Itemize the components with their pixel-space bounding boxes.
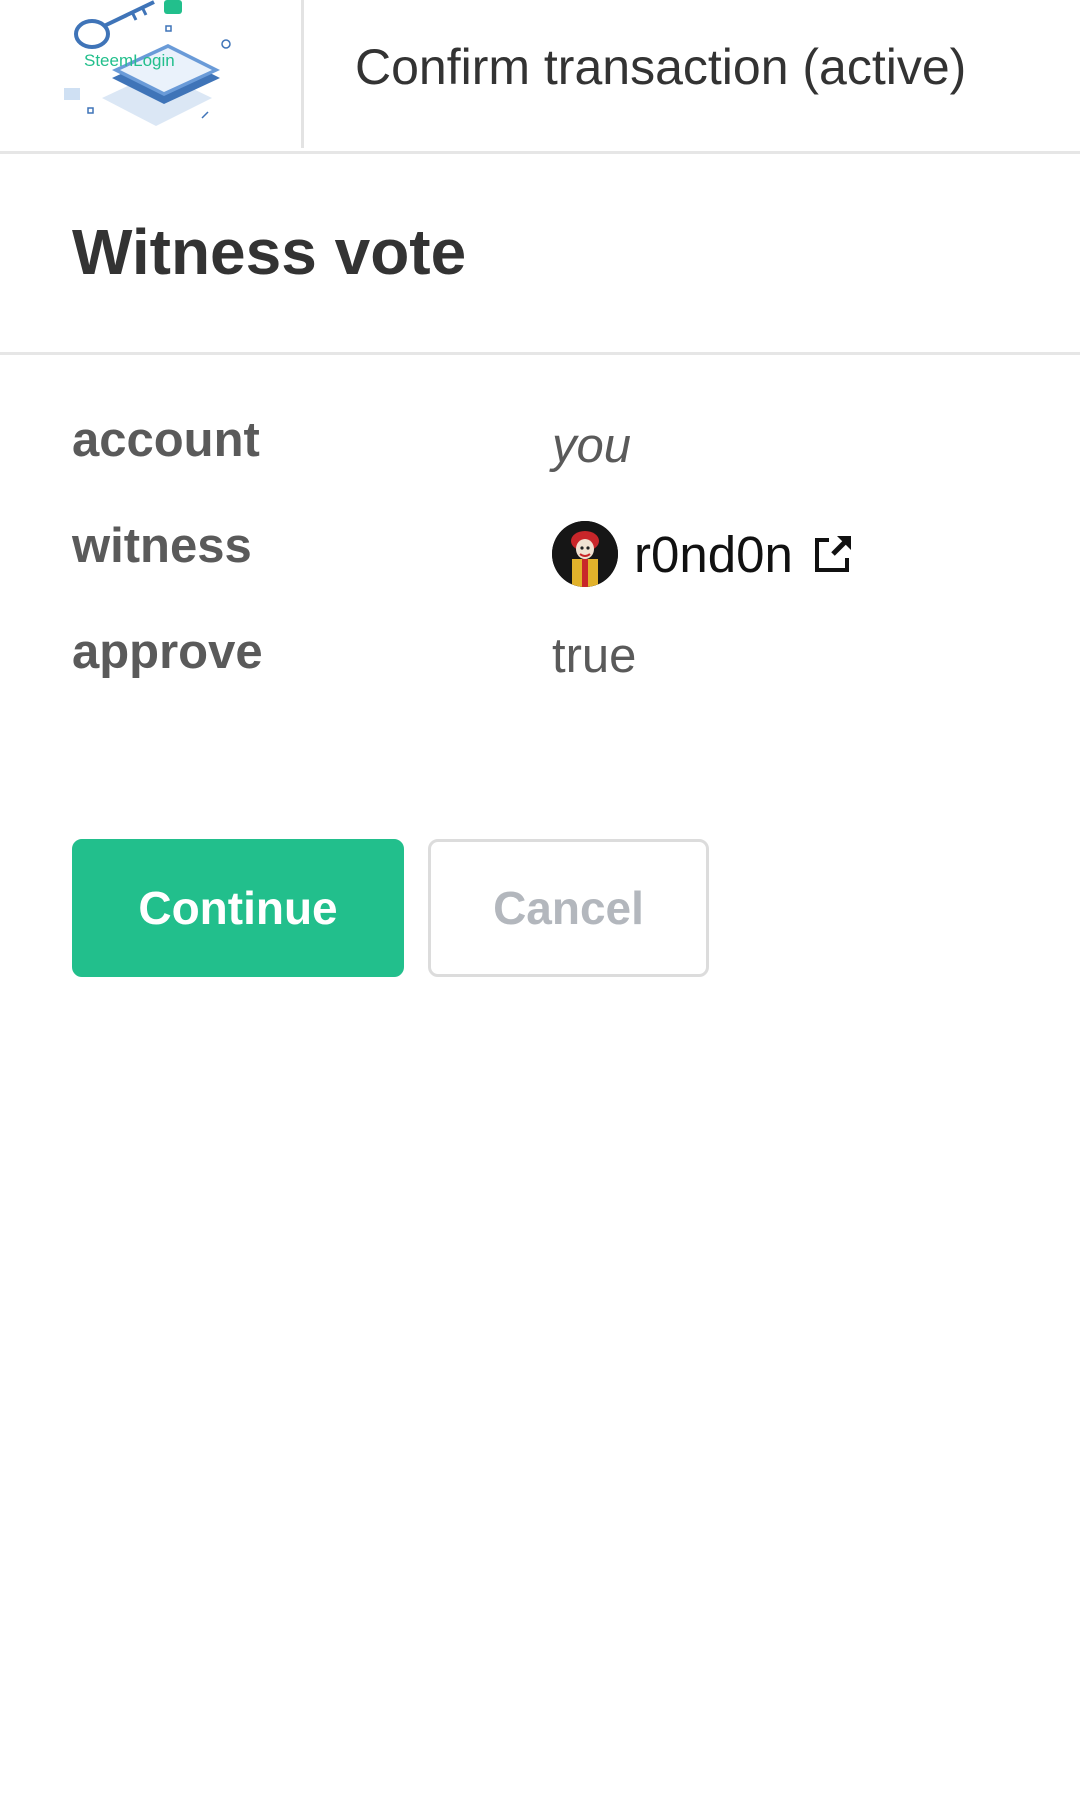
logo-text: SteemLogin [84, 51, 175, 70]
header: SteemLogin Confirm transaction (active) [0, 0, 1080, 154]
field-value-account: you [552, 419, 632, 473]
continue-button[interactable]: Continue [72, 839, 404, 977]
logo-cell: SteemLogin [0, 0, 304, 148]
cancel-button[interactable]: Cancel [428, 839, 709, 977]
external-link-icon[interactable] [813, 534, 853, 574]
field-label-account: account [72, 413, 260, 467]
operation-header: Witness vote [0, 157, 1080, 355]
field-value-witness: r0nd0n [552, 520, 853, 588]
witness-name-link[interactable]: r0nd0n [634, 525, 793, 584]
avatar-icon [552, 521, 618, 587]
field-label-witness: witness [72, 519, 252, 573]
field-value-approve: true [552, 629, 637, 683]
operation-title: Witness vote [72, 216, 467, 288]
steemlogin-logo[interactable]: SteemLogin [62, 0, 242, 134]
page-title: Confirm transaction (active) [355, 39, 967, 95]
field-label-approve: approve [72, 625, 263, 679]
